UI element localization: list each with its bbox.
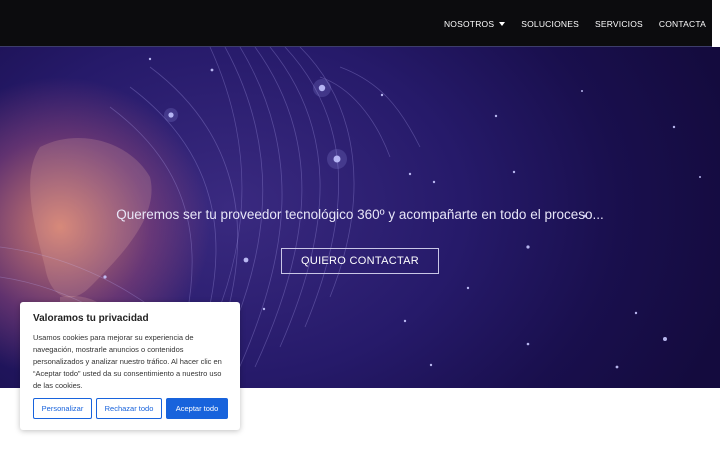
customize-cookies-button[interactable]: Personalizar xyxy=(33,398,92,419)
nav-item-label: SOLUCIONES xyxy=(521,18,579,29)
cookie-banner-text: Usamos cookies para mejorar su experienc… xyxy=(33,333,222,390)
nav-item-soluciones[interactable]: SOLUCIONES xyxy=(521,19,579,29)
reject-all-cookies-button[interactable]: Rechazar todo xyxy=(96,398,162,419)
page: NOSOTROS SOLUCIONES SERVICIOS CONTACTA Q… xyxy=(0,0,720,450)
main-nav: NOSOTROS SOLUCIONES SERVICIOS CONTACTA xyxy=(428,0,706,47)
cookie-banner-actions: Personalizar Rechazar todo Aceptar todo xyxy=(33,398,228,419)
cookie-consent-banner: Valoramos tu privacidad Usamos cookies p… xyxy=(20,302,240,430)
accept-all-cookies-button[interactable]: Aceptar todo xyxy=(166,398,228,419)
nav-item-label: CONTACTA xyxy=(658,18,706,29)
nav-item-label: SERVICIOS xyxy=(594,18,643,29)
contact-cta-button[interactable]: QUIERO CONTACTAR xyxy=(281,248,439,274)
site-header: NOSOTROS SOLUCIONES SERVICIOS CONTACTA xyxy=(0,0,712,47)
nav-item-nosotros[interactable]: NOSOTROS xyxy=(443,18,506,29)
nav-item-label: NOSOTROS xyxy=(443,18,495,29)
hero-headline: Queremos ser tu proveedor tecnológico 36… xyxy=(116,207,604,222)
cookie-banner-title: Valoramos tu privacidad xyxy=(33,313,149,324)
nav-item-servicios[interactable]: SERVICIOS xyxy=(595,19,643,29)
nav-item-contacta[interactable]: CONTACTA xyxy=(659,19,706,29)
caret-down-icon xyxy=(499,21,506,26)
